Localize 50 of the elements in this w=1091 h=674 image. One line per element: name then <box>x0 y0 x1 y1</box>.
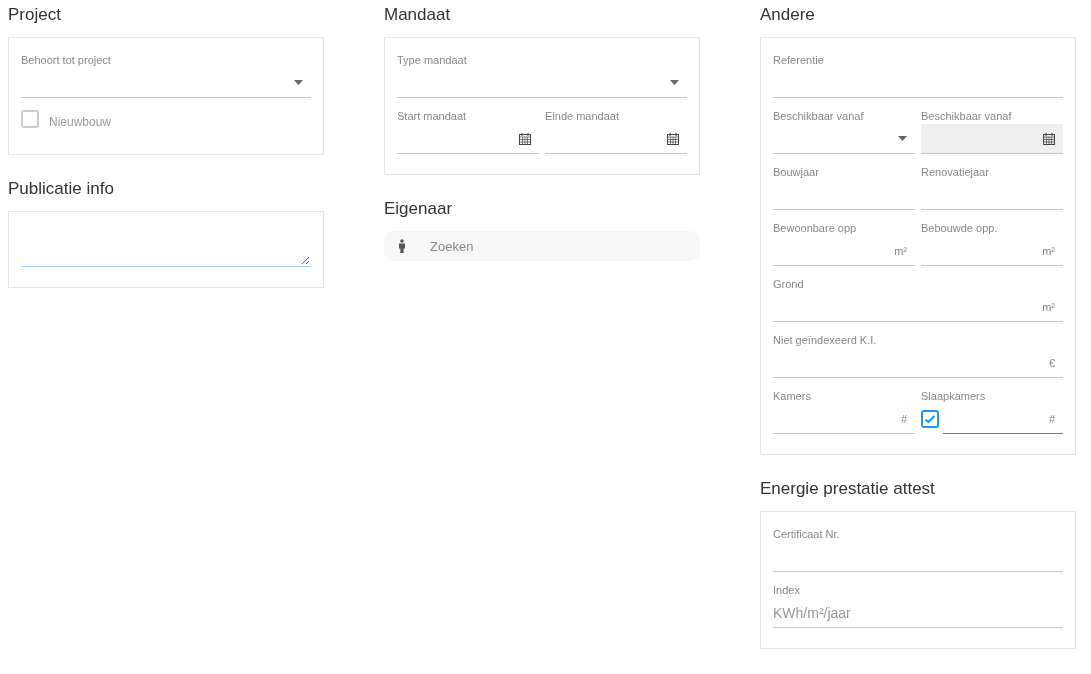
field-label: Renovatiejaar <box>921 165 990 180</box>
section-heading: Andere <box>760 4 816 26</box>
section-heading: Eigenaar <box>384 198 454 220</box>
dropdown-caret-icon <box>294 80 303 85</box>
unit-suffix: € <box>1048 356 1055 369</box>
field-label: Bewoonbare opp <box>773 221 858 236</box>
calendar-icon <box>667 132 679 145</box>
input-field[interactable]: m² <box>773 292 1063 322</box>
field-label: Referentie <box>773 53 825 68</box>
field-label: Beschikbaar vanaf <box>921 109 1013 124</box>
unit-suffix: m² <box>894 244 907 257</box>
person-icon <box>398 239 406 253</box>
field-placeholder: KWh/m²/jaar <box>773 604 851 621</box>
dropdown-caret-icon <box>670 80 679 85</box>
section-heading: Mandaat <box>384 4 452 26</box>
input-field[interactable]: # <box>773 404 915 434</box>
field-label: Bouwjaar <box>773 165 820 180</box>
field-label: Grond <box>773 277 805 292</box>
calendar-icon <box>519 132 531 145</box>
checkbox[interactable] <box>921 410 939 428</box>
field-label: Bebouwde opp. <box>921 221 999 236</box>
unit-suffix: m² <box>1042 300 1055 313</box>
unit-suffix: # <box>1048 412 1055 425</box>
search-field[interactable]: Zoeken <box>384 231 700 261</box>
section-heading: Project <box>8 4 62 26</box>
checkbox-label: Nieuwbouw <box>49 115 112 129</box>
input-field[interactable]: m² <box>773 236 915 266</box>
field-label: Certificaat Nr. <box>773 527 841 542</box>
unit-suffix: m² <box>1042 244 1055 257</box>
field-label: Niet geïndexeerd K.I. <box>773 333 878 348</box>
unit-suffix: # <box>900 412 907 425</box>
field-label: Beschikbaar vanaf <box>773 109 865 124</box>
field-label: Start mandaat <box>397 109 468 124</box>
resize-grip-icon <box>301 256 309 264</box>
input-field[interactable]: # <box>943 404 1063 434</box>
calendar-icon <box>1043 132 1055 145</box>
field-label: Type mandaat <box>397 53 468 68</box>
input-field[interactable]: € <box>773 348 1063 378</box>
field-label: Einde mandaat <box>545 109 620 124</box>
field-label: Slaapkamers <box>921 389 987 404</box>
field-label: Index <box>773 583 801 598</box>
section-heading: Publicatie info <box>8 178 115 200</box>
checkmark-icon <box>923 412 937 426</box>
input-field[interactable]: KWh/m²/jaar <box>773 598 1063 628</box>
dropdown-caret-icon <box>898 136 907 141</box>
checkbox[interactable] <box>21 110 39 128</box>
field-label: Behoort tot project <box>21 53 112 68</box>
section-heading: Energie prestatie attest <box>760 478 936 500</box>
field-label: Kamers <box>773 389 812 404</box>
input-field[interactable]: m² <box>921 236 1063 266</box>
